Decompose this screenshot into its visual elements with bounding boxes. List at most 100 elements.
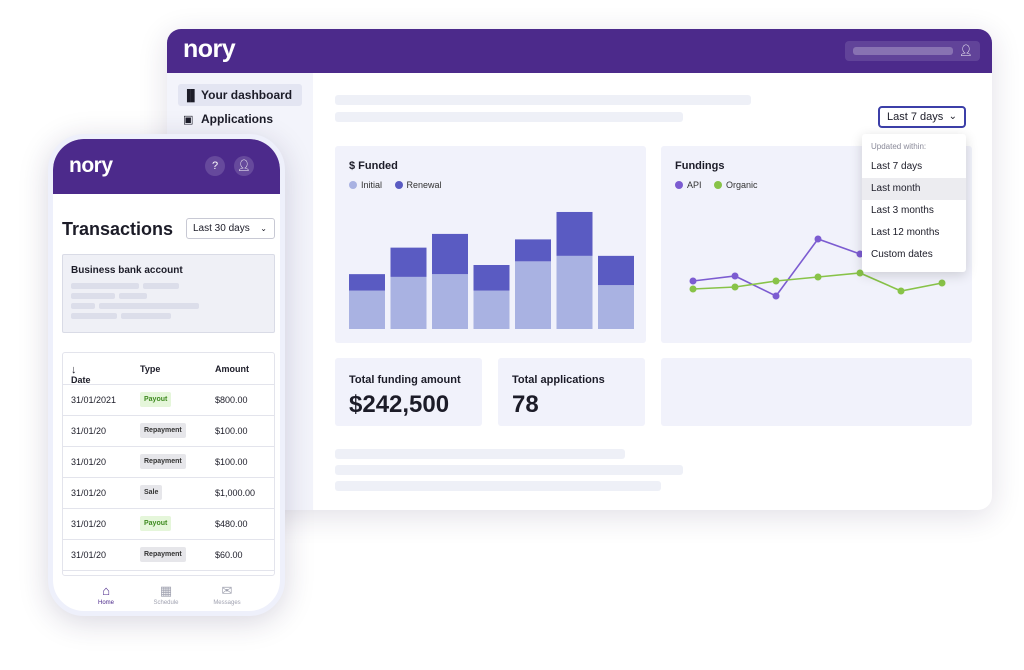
stat-value: 78 xyxy=(512,391,539,418)
nory-logo[interactable]: nory xyxy=(183,35,236,64)
point-api[interactable] xyxy=(814,235,822,243)
point-api[interactable] xyxy=(772,292,780,300)
skeleton-line xyxy=(119,293,147,299)
skeleton-line xyxy=(99,303,199,309)
date-range-value: Last 7 days xyxy=(887,111,944,123)
type-badge: Repayment xyxy=(140,547,186,562)
column-header-amount[interactable]: Amount xyxy=(215,364,249,374)
stat-label: Total applications xyxy=(512,374,605,386)
help-icon[interactable]: ? xyxy=(205,156,225,176)
bar-initial[interactable] xyxy=(432,274,468,329)
bar-initial[interactable] xyxy=(390,276,427,329)
cell-amount: $800.00 xyxy=(215,395,248,405)
nav-home[interactable]: ⌂ Home xyxy=(81,583,131,606)
phone-header: nory ? 👤︎ xyxy=(53,139,280,194)
nav-schedule[interactable]: ▦ Schedule xyxy=(141,583,191,606)
nav-label: Home xyxy=(97,600,114,606)
table-row[interactable]: 31/01/2021 Payout $800.00 xyxy=(63,385,274,416)
bar-renewal[interactable] xyxy=(349,274,385,291)
user-icon[interactable]: 👤︎ xyxy=(959,44,973,57)
bar-renewal[interactable] xyxy=(473,265,510,291)
skeleton-line xyxy=(71,313,117,319)
dropdown-heading: Updated within: xyxy=(871,142,927,151)
skeleton-line xyxy=(335,449,625,459)
funded-bar-chart xyxy=(349,211,634,329)
dropdown-option-last-3-months[interactable]: Last 3 months xyxy=(862,200,966,222)
skeleton-line xyxy=(335,465,683,475)
account-bar[interactable]: 👤︎ xyxy=(845,41,980,61)
stat-value: $242,500 xyxy=(349,391,450,418)
table-row[interactable]: 31/01/20 Repayment $100.00 xyxy=(63,447,274,478)
sidebar-item-label: Your dashboard xyxy=(201,88,293,102)
applications-icon: ▣ xyxy=(183,114,194,126)
cell-amount: $60.00 xyxy=(215,550,243,560)
point-organic[interactable] xyxy=(938,279,946,287)
bar-renewal[interactable] xyxy=(432,233,468,275)
table-row[interactable]: 31/01/20 Sale $1,000.00 xyxy=(63,478,274,509)
date-range-select[interactable]: Last 30 days ⌄ xyxy=(186,218,275,239)
type-badge: Payout xyxy=(140,516,172,531)
cell-amount: $1,000.00 xyxy=(215,488,256,498)
point-organic[interactable] xyxy=(689,285,697,293)
home-icon: ⌂ xyxy=(102,583,110,598)
column-header-date[interactable]: Date ↓ xyxy=(71,364,91,385)
skeleton-line xyxy=(335,95,751,105)
date-range-select[interactable]: Last 7 days ⌄ xyxy=(878,106,966,128)
dropdown-option-custom-dates[interactable]: Custom dates xyxy=(862,244,966,266)
dropdown-option-last-12-months[interactable]: Last 12 months xyxy=(862,222,966,244)
stat-label: Total funding amount xyxy=(349,374,461,386)
dropdown-option-last-7-days[interactable]: Last 7 days xyxy=(862,156,966,178)
point-organic[interactable] xyxy=(731,283,739,291)
nav-messages[interactable]: ✉ Messages xyxy=(202,583,252,606)
sidebar-item-dashboard[interactable]: ▐▌ Your dashboard xyxy=(178,84,302,106)
total-funding-card: Total funding amount $242,500 xyxy=(335,358,482,426)
table-row[interactable]: 31/01/20 Payout $480.00 xyxy=(63,509,274,540)
date-range-value: Last 30 days xyxy=(193,223,250,234)
skeleton-line xyxy=(335,112,683,122)
cell-date: 31/01/2021 xyxy=(71,395,117,405)
nav-label: Schedule xyxy=(153,600,179,606)
skeleton-line xyxy=(71,293,115,299)
bank-account-card[interactable]: Business bank account xyxy=(62,254,275,333)
nav-label: Messages xyxy=(213,600,241,606)
point-organic[interactable] xyxy=(814,273,822,281)
type-badge: Sale xyxy=(140,485,163,500)
bar-initial[interactable] xyxy=(473,290,510,329)
desktop-window: nory 👤︎ ▐▌ Your dashboard ▣ Applications L… xyxy=(167,29,992,510)
bar-renewal[interactable] xyxy=(598,255,634,286)
point-organic[interactable] xyxy=(897,287,905,295)
bar-renewal[interactable] xyxy=(515,239,551,262)
skeleton-line xyxy=(71,283,139,289)
table-row[interactable]: 31/01/20 Repayment $60.00 xyxy=(63,540,274,571)
cell-date: 31/01/20 xyxy=(71,488,107,498)
point-api[interactable] xyxy=(689,277,697,285)
transactions-table: Date ↓ Type Amount 31/01/2021 Payout $800.… xyxy=(62,352,275,576)
bar-initial[interactable] xyxy=(556,255,593,329)
dropdown-option-last-month[interactable]: Last month xyxy=(862,178,966,200)
date-range-dropdown: Updated within: Last 7 days Last month L… xyxy=(862,134,966,272)
desktop-header: nory 👤︎ xyxy=(167,29,992,73)
point-api[interactable] xyxy=(731,272,739,280)
sidebar-item-label: Applications xyxy=(201,112,274,126)
bar-initial[interactable] xyxy=(349,290,385,329)
table-row[interactable]: 31/01/20 Repayment $100.00 xyxy=(63,416,274,447)
sidebar-item-applications[interactable]: ▣ Applications xyxy=(178,108,302,130)
skeleton-line xyxy=(143,283,179,289)
account-title: Business bank account xyxy=(71,265,183,276)
phone-mockup: nory ? 👤︎ Transactions Last 30 days ⌄ Bu… xyxy=(48,134,285,616)
cell-date: 31/01/20 xyxy=(71,457,107,467)
nory-logo[interactable]: nory xyxy=(69,154,113,178)
user-icon[interactable]: 👤︎ xyxy=(234,156,254,176)
type-badge: Payout xyxy=(140,392,172,407)
chevron-down-icon: ⌄ xyxy=(260,224,267,233)
bar-initial[interactable] xyxy=(598,285,634,329)
point-organic[interactable] xyxy=(772,277,780,285)
type-badge: Repayment xyxy=(140,454,186,469)
empty-card xyxy=(661,358,972,426)
bar-renewal[interactable] xyxy=(556,211,593,256)
bar-renewal[interactable] xyxy=(390,247,427,277)
bar-chart-icon: ▐▌ xyxy=(183,90,199,102)
calendar-icon: ▦ xyxy=(159,583,173,598)
column-header-type[interactable]: Type xyxy=(140,364,160,374)
bar-initial[interactable] xyxy=(515,261,551,329)
